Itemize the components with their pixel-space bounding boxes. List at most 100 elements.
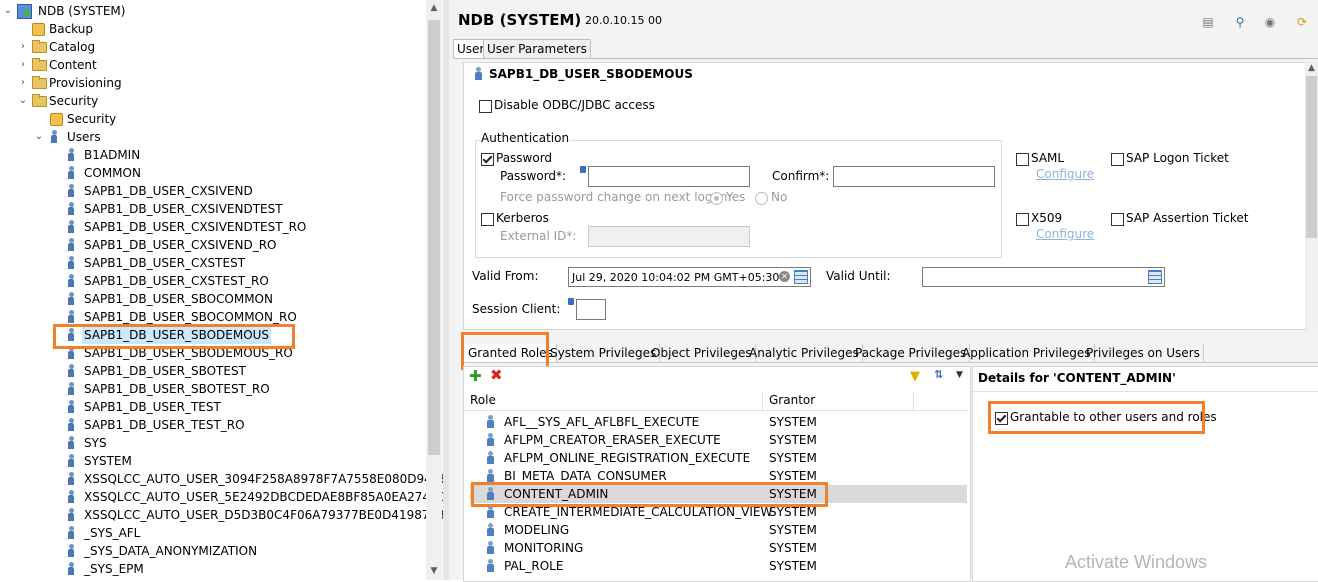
role-name: AFLPM_ONLINE_REGISTRATION_EXECUTE [504, 451, 751, 465]
scroll-down-icon[interactable]: ▼ [426, 566, 442, 576]
tree-scrollbar-thumb[interactable] [428, 20, 440, 455]
tree-user-item[interactable]: XSSQLCC_AUTO_USER_3094F258A8978F7A7558E0… [0, 470, 443, 488]
tree-user-item[interactable]: SAPB1_DB_USER_CXSIVENDTEST [0, 200, 425, 218]
scroll-up-icon[interactable]: ▲ [426, 3, 442, 13]
valid-from-input[interactable]: Jul 29, 2020 10:04:02 PM GMT+05:30 [568, 267, 811, 287]
table-row[interactable]: AFLPM_ONLINE_REGISTRATION_EXECUTE SYSTEM [470, 449, 967, 467]
calendar-icon[interactable] [794, 270, 808, 284]
tree-item[interactable]: ⌄ Security [0, 92, 425, 110]
clear-icon[interactable]: ✕ [779, 271, 790, 282]
filter-icon[interactable]: ▼ [910, 369, 920, 384]
tree-item-label: Security [49, 94, 99, 108]
x509-checkbox[interactable] [1016, 213, 1029, 226]
tree-user-item[interactable]: SAPB1_DB_USER_CXSIVEND [0, 182, 425, 200]
chevron-down-icon[interactable]: ⌄ [34, 128, 44, 146]
export-sql-icon[interactable]: ▤ [1200, 14, 1216, 30]
add-icon[interactable]: ✚ [469, 369, 482, 384]
password-input[interactable] [588, 166, 750, 187]
tree-user-item[interactable]: _SYS_DATA_ANONYMIZATION [0, 542, 425, 560]
form-scroll-up-icon[interactable]: ▲ [1305, 63, 1318, 73]
role-icon [486, 559, 495, 573]
saml-checkbox[interactable] [1016, 153, 1029, 166]
chevron-down-icon[interactable]: ⌄ [18, 92, 28, 110]
role-icon [486, 505, 495, 519]
tree-item-label: SAPB1_DB_USER_SBOTEST_RO [84, 382, 270, 396]
tree-user-item[interactable]: SAPB1_DB_USER_SBOTEST_RO [0, 380, 425, 398]
valid-until-input[interactable] [922, 267, 1165, 287]
tree-item[interactable]: ⌄ Users [0, 128, 425, 146]
kerberos-checkbox[interactable] [481, 213, 494, 226]
table-row[interactable]: MONITORING SYSTEM [470, 539, 967, 557]
col-role-header[interactable]: Role [470, 393, 496, 407]
confirm-input[interactable] [833, 166, 995, 187]
disable-odbc-label: Disable ODBC/JDBC access [494, 98, 655, 112]
tree-user-item[interactable]: SAPB1_DB_USER_CXSTEST_RO [0, 272, 425, 290]
password-checkbox[interactable] [481, 153, 494, 166]
tab-object-privileges[interactable]: Object Privileges [648, 344, 756, 362]
tree-user-item[interactable]: SAPB1_DB_USER_SBOTEST [0, 362, 425, 380]
user-icon [67, 256, 75, 270]
col-separator[interactable] [762, 391, 763, 410]
x509-configure-link[interactable]: Configure [1036, 227, 1094, 241]
calendar-icon[interactable] [1148, 270, 1162, 284]
chevron-right-icon[interactable]: › [18, 74, 28, 92]
tree-user-item[interactable]: SAPB1_DB_USER_SBOCOMMON [0, 290, 425, 308]
tree-user-item[interactable]: SAPB1_DB_USER_CXSTEST [0, 254, 425, 272]
table-row[interactable]: MODELING SYSTEM [470, 521, 967, 539]
tab-privileges-on-users[interactable]: Privileges on Users [1083, 344, 1204, 362]
col-grantor-header[interactable]: Grantor [769, 393, 815, 407]
table-row[interactable]: AFLPM_CREATOR_ERASER_EXECUTE SYSTEM [470, 431, 967, 449]
logon-ticket-checkbox[interactable] [1111, 153, 1124, 166]
force-yes-radio[interactable] [710, 192, 723, 205]
tab-package-privileges[interactable]: Package Privileges [852, 344, 971, 362]
external-id-input[interactable] [588, 226, 750, 247]
col-separator[interactable] [913, 391, 914, 410]
tree-user-item[interactable]: SAPB1_DB_USER_CXSIVEND_RO [0, 236, 425, 254]
tree-user-item[interactable]: B1ADMIN [0, 146, 425, 164]
tree-item[interactable]: › Catalog [0, 38, 425, 56]
session-client-input[interactable] [576, 299, 606, 320]
tree-user-item[interactable]: SAPB1_DB_USER_TEST [0, 398, 425, 416]
tree-item[interactable]: Security [0, 110, 425, 128]
user-icon [67, 220, 75, 234]
table-row[interactable]: AFL__SYS_AFL_AFLBFL_EXECUTE SYSTEM [470, 413, 967, 431]
sort-icon[interactable]: ⇅ [934, 368, 943, 381]
tree-user-item[interactable]: SAPB1_DB_USER_TEST_RO [0, 416, 425, 434]
chevron-right-icon[interactable]: › [18, 56, 28, 74]
table-row[interactable]: PAL_ROLE SYSTEM [470, 557, 967, 575]
tab-user-parameters[interactable]: User Parameters [483, 39, 591, 59]
force-change-label: Force password change on next logon: [500, 190, 732, 204]
refresh-icon[interactable]: ⟳ [1294, 14, 1310, 30]
form-scrollbar-thumb[interactable] [1306, 76, 1317, 238]
tree-item[interactable]: Backup [0, 20, 425, 38]
tree-user-item[interactable]: SYSTEM [0, 452, 425, 470]
tab-system-privileges[interactable]: System Privileges [547, 344, 661, 362]
assertion-ticket-checkbox[interactable] [1111, 213, 1124, 226]
tree-user-item[interactable]: XSSQLCC_AUTO_USER_5E2492DBCDEDAE8BF85A0E… [0, 488, 443, 506]
chevron-down-icon[interactable]: ▼ [956, 370, 963, 380]
chevron-down-icon[interactable]: ⌄ [3, 2, 13, 20]
tree-user-item[interactable]: COMMON [0, 164, 425, 182]
tab-application-privileges[interactable]: Application Privileges [959, 344, 1095, 362]
tree-user-item[interactable]: _SYS_EPM [0, 560, 425, 578]
saml-configure-link[interactable]: Configure [1036, 167, 1094, 181]
role-grantor: SYSTEM [769, 523, 817, 537]
disable-odbc-checkbox[interactable] [479, 100, 492, 113]
tab-analytic-privileges[interactable]: Analytic Privileges [746, 344, 863, 362]
user-icon [67, 364, 75, 378]
tree-user-item[interactable]: SAPB1_DB_USER_CXSIVENDTEST_RO [0, 218, 425, 236]
user-icon [67, 436, 75, 450]
force-no-radio[interactable] [755, 192, 768, 205]
tree-item[interactable]: › Content [0, 56, 425, 74]
details-title: Details for 'CONTENT_ADMIN' [978, 371, 1176, 385]
tree-item[interactable]: › Provisioning [0, 74, 425, 92]
tree-user-item[interactable]: _SYS_AFL [0, 524, 425, 542]
tree-user-item[interactable]: XSSQLCC_AUTO_USER_D5D3B0C4F06A79377BE0D4… [0, 506, 443, 524]
delete-icon[interactable]: ✖ [490, 368, 503, 383]
tree-item-label: COMMON [84, 166, 141, 180]
stop-icon[interactable]: ◉ [1262, 14, 1278, 30]
roles-table-header [464, 391, 968, 411]
user-run-icon[interactable]: ⚲ [1232, 14, 1248, 30]
chevron-right-icon[interactable]: › [18, 38, 28, 56]
tree-user-item[interactable]: SYS [0, 434, 425, 452]
